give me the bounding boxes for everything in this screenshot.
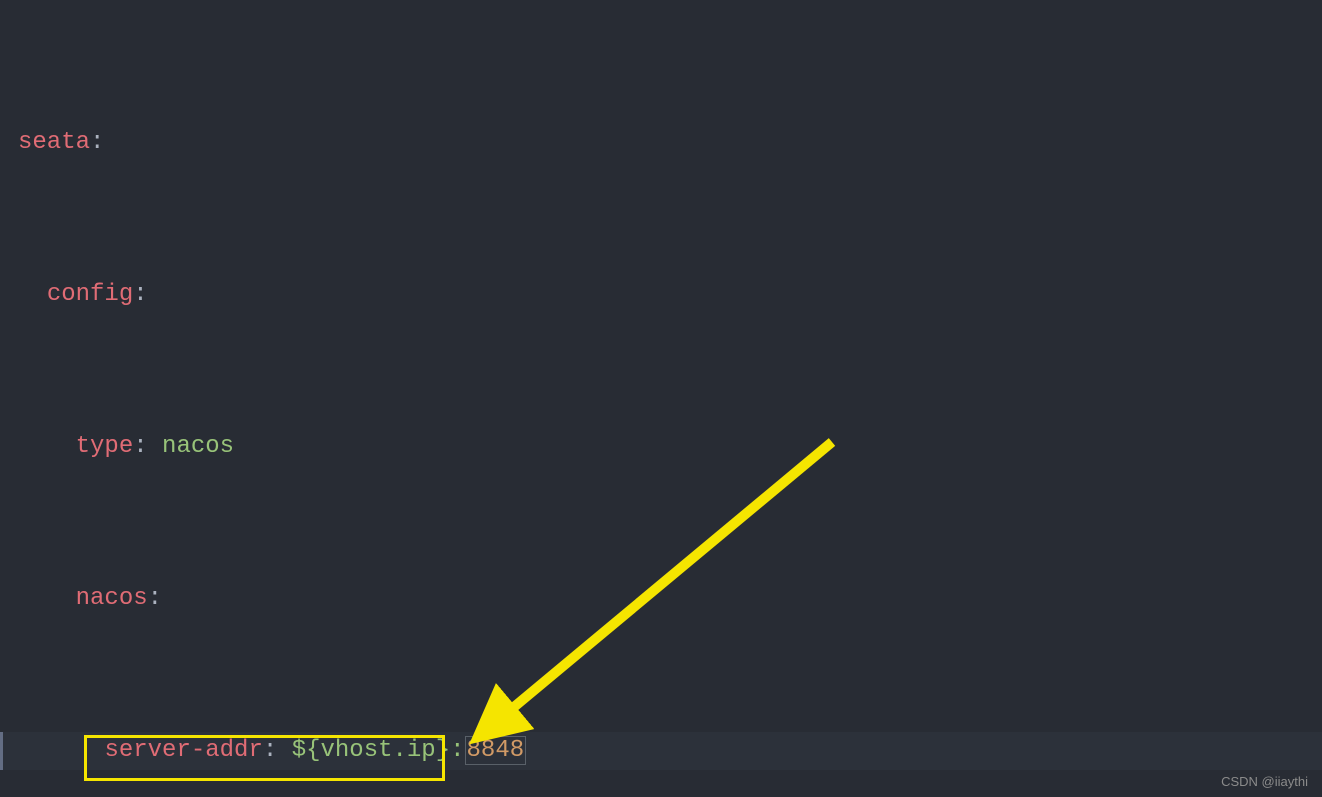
watermark: CSDN @iiaythi <box>1221 774 1308 789</box>
yaml-key: nacos <box>76 585 148 612</box>
yaml-key: server-addr <box>104 737 262 764</box>
code-line: nacos: <box>18 580 1322 618</box>
yaml-value: ${vhost.ip}: <box>292 737 465 764</box>
code-line: seata: <box>18 124 1322 162</box>
code-line-highlighted: server-addr: ${vhost.ip}:8848 <box>0 732 1322 770</box>
yaml-key: seata <box>18 129 90 156</box>
yaml-key: config <box>47 281 133 308</box>
code-line: type: nacos <box>18 428 1322 466</box>
code-line: config: <box>18 276 1322 314</box>
yaml-port: 8848 <box>465 736 527 765</box>
yaml-value: nacos <box>162 433 234 460</box>
code-editor: seata: config: type: nacos nacos: server… <box>0 0 1322 797</box>
colon: : <box>90 129 104 156</box>
yaml-key: type <box>76 433 134 460</box>
